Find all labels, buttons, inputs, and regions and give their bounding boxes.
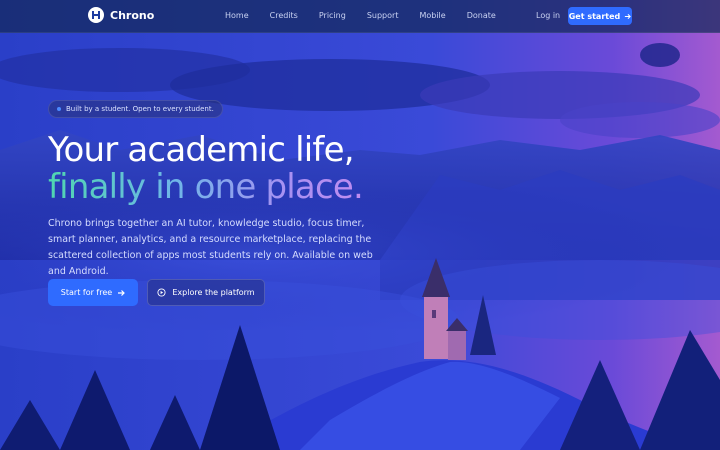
get-started-button[interactable]: Get started xyxy=(568,7,632,25)
hero-badge-text: Built by a student. Open to every studen… xyxy=(66,105,214,113)
hero-description: Chrono brings together an AI tutor, know… xyxy=(48,218,373,277)
hero-title-line2: finally in one place. xyxy=(48,167,364,207)
brand-name: Chrono xyxy=(110,8,155,22)
nav-links: Home Credits Pricing Support Mobile Dona… xyxy=(225,11,517,20)
arrow-right-icon xyxy=(117,289,126,297)
explore-platform-label: Explore the platform xyxy=(172,288,255,297)
nav-link-mobile[interactable]: Mobile xyxy=(419,11,445,20)
landing-page: Chrono Home Credits Pricing Support Mobi… xyxy=(0,0,720,450)
get-started-label: Get started xyxy=(568,11,621,21)
hero-title-line1: Your academic life, xyxy=(48,130,355,170)
chrono-logo-icon xyxy=(88,7,104,23)
brand-logo[interactable]: Chrono xyxy=(88,7,154,23)
login-link[interactable]: Log in xyxy=(536,11,560,20)
nav-link-donate[interactable]: Donate xyxy=(467,11,496,20)
badge-dot-icon xyxy=(57,107,61,111)
start-for-free-button[interactable]: Start for free xyxy=(48,279,138,306)
arrow-right-icon xyxy=(624,13,632,20)
nav-link-pricing[interactable]: Pricing xyxy=(319,11,346,20)
hero-badge: Built by a student. Open to every studen… xyxy=(48,100,223,118)
explore-platform-button[interactable]: Explore the platform xyxy=(147,279,265,306)
start-for-free-label: Start for free xyxy=(60,288,113,297)
nav-link-credits[interactable]: Credits xyxy=(270,11,298,20)
nav-link-support[interactable]: Support xyxy=(367,11,399,20)
play-circle-icon xyxy=(157,288,166,297)
nav-link-home[interactable]: Home xyxy=(225,11,249,20)
top-navbar: Chrono Home Credits Pricing Support Mobi… xyxy=(0,0,720,33)
